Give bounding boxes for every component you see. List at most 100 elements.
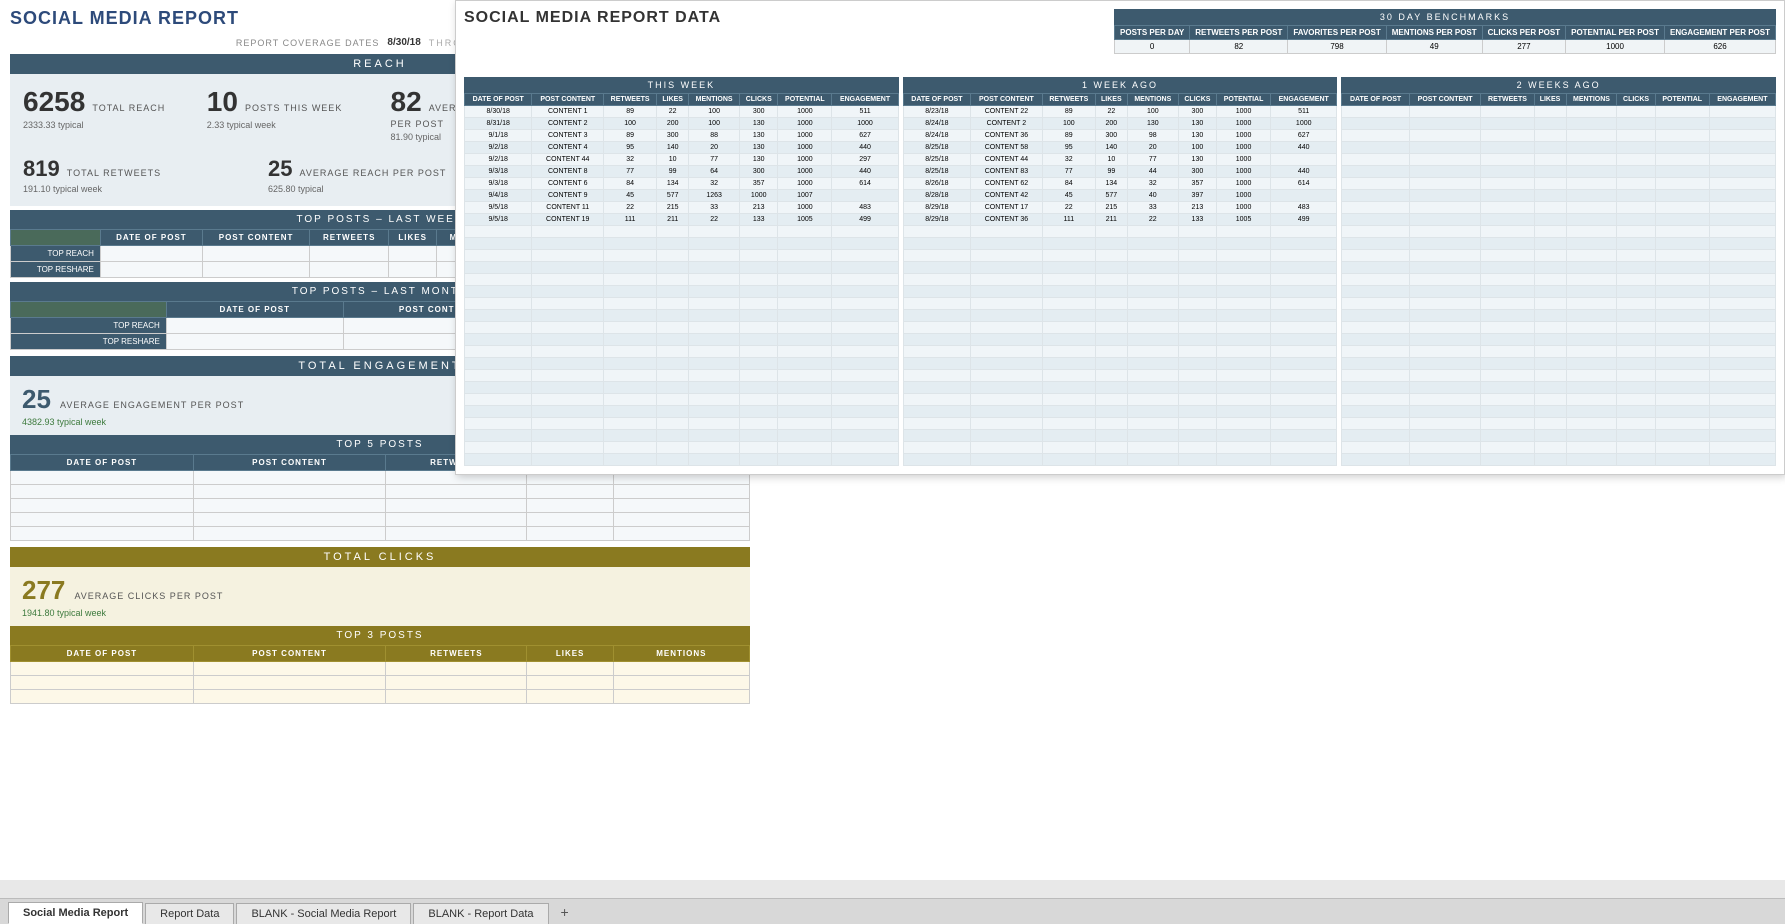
table-row — [903, 250, 1337, 262]
table-row: 8/30/18CONTENT 189221003001000511 — [465, 106, 899, 118]
engagement-label: AVERAGE ENGAGEMENT PER POST — [60, 400, 244, 410]
table-row: 8/25/18CONTENT 5895140201001000440 — [903, 142, 1337, 154]
top3-th-likes: LIKES — [527, 646, 613, 662]
table-row — [903, 430, 1337, 442]
table-row: 9/5/18CONTENT 1122215332131000483 — [465, 202, 899, 214]
table-row — [1342, 322, 1776, 334]
table-row — [1342, 262, 1776, 274]
table-row: 8/29/18CONTENT 36111211221331005499 — [903, 214, 1337, 226]
clicks-label: AVERAGE CLICKS PER POST — [74, 591, 223, 601]
table-row — [465, 442, 899, 454]
table-row — [1342, 202, 1776, 214]
top5-th-content: POST CONTENT — [193, 455, 385, 471]
dates-label: REPORT COVERAGE DATES — [236, 38, 380, 48]
table-row — [465, 262, 899, 274]
tab-bar: Social Media Report Report Data BLANK - … — [0, 898, 1785, 924]
this-week-table: DATE OF POSTPOST CONTENTRETWEETSLIKESMEN… — [464, 93, 899, 466]
table-row: 8/25/18CONTENT 443210771301000 — [903, 154, 1337, 166]
table-row: 9/3/18CONTENT 87799643001000440 — [465, 166, 899, 178]
bench-vals: 082798492771000626 — [1115, 40, 1776, 54]
table-row — [903, 286, 1337, 298]
table-row: 8/23/18CONTENT 2289221003001000511 — [903, 106, 1337, 118]
table-row — [465, 454, 899, 466]
top-reach-label-week: TOP REACH — [11, 246, 101, 262]
top3-header: TOP 3 POSTS — [10, 626, 750, 645]
top-reach-label-month: TOP REACH — [11, 318, 167, 334]
table-row — [903, 442, 1337, 454]
tab-social-media-report[interactable]: Social Media Report — [8, 902, 143, 924]
clicks-number: 277 — [22, 575, 65, 605]
top3-table: DATE OF POST POST CONTENT RETWEETS LIKES… — [10, 645, 750, 704]
total-reach-typical: 2333.33 typical — [23, 120, 186, 130]
right-panel: SOCIAL MEDIA REPORT DATA 30 DAY BENCHMAR… — [455, 0, 1785, 475]
clicks-body: 277 AVERAGE CLICKS PER POST 1941.80 typi… — [10, 567, 750, 626]
total-reach-number: 6258 — [23, 86, 85, 117]
tab-add-button[interactable]: + — [553, 900, 577, 924]
date-from: 8/30/18 — [387, 37, 420, 48]
tab-blank-social-media[interactable]: BLANK - Social Media Report — [236, 903, 411, 924]
two-weeks-ago-section: 2 WEEKS AGO DATE OF POSTPOST CONTENTRETW… — [1341, 77, 1776, 466]
table-row — [465, 322, 899, 334]
one-week-ago-section: 1 WEEK AGO DATE OF POSTPOST CONTENTRETWE… — [903, 77, 1338, 466]
table-row: 8/24/18CONTENT 3689300981301000627 — [903, 130, 1337, 142]
this-week-head: DATE OF POSTPOST CONTENTRETWEETSLIKESMEN… — [465, 94, 899, 106]
table-row — [903, 382, 1337, 394]
tab-report-data[interactable]: Report Data — [145, 903, 234, 924]
posts-typical: 2.33 typical week — [207, 120, 370, 130]
table-row — [465, 406, 899, 418]
table-row — [465, 274, 899, 286]
table-row — [903, 310, 1337, 322]
table-row — [1342, 106, 1776, 118]
data-tables-area: THIS WEEK DATE OF POSTPOST CONTENTRETWEE… — [464, 77, 1776, 466]
th-date-month: DATE OF POST — [166, 302, 343, 318]
table-row — [903, 394, 1337, 406]
benchmarks-header: 30 DAY BENCHMARKS — [1114, 9, 1776, 25]
table-row — [1342, 238, 1776, 250]
top5-row — [11, 513, 750, 527]
th-empty-m — [11, 302, 167, 318]
sheet-area: SOCIAL MEDIA REPORT REPORT COVERAGE DATE… — [0, 0, 1785, 880]
table-row — [1342, 394, 1776, 406]
reach-stat-posts: 10 POSTS THIS WEEK 2.33 typical week — [199, 84, 378, 144]
table-row — [465, 346, 899, 358]
table-row: 8/25/18CONTENT 837799443001000440 — [903, 166, 1337, 178]
table-row: 8/31/18CONTENT 210020010013010001000 — [465, 118, 899, 130]
table-row — [1342, 370, 1776, 382]
table-row — [465, 430, 899, 442]
table-row — [1342, 190, 1776, 202]
th-date-week: DATE OF POST — [100, 230, 202, 246]
app-container: SOCIAL MEDIA REPORT REPORT COVERAGE DATE… — [0, 0, 1785, 924]
table-row — [903, 298, 1337, 310]
top-reshare-label-month: TOP RESHARE — [11, 334, 167, 350]
two-week-head: DATE OF POSTPOST CONTENTRETWEETSLIKESMEN… — [1342, 94, 1776, 106]
table-row — [465, 358, 899, 370]
retweets-typical: 191.10 typical week — [23, 184, 247, 194]
table-row — [1342, 298, 1776, 310]
table-row — [903, 454, 1337, 466]
table-row — [903, 418, 1337, 430]
table-row — [1342, 250, 1776, 262]
table-row: 9/2/18CONTENT 495140201301000440 — [465, 142, 899, 154]
this-week-header: THIS WEEK — [464, 77, 899, 93]
tab-blank-report-data[interactable]: BLANK - Report Data — [413, 903, 548, 924]
table-row — [1342, 166, 1776, 178]
table-row — [465, 334, 899, 346]
avg-reach-label: AVERAGE REACH PER POST — [300, 168, 447, 178]
table-row — [465, 382, 899, 394]
table-row — [465, 418, 899, 430]
table-row — [1342, 442, 1776, 454]
two-weeks-ago-header: 2 WEEKS AGO — [1341, 77, 1776, 93]
posts-number: 10 — [207, 86, 238, 117]
retweets-label: TOTAL RETWEETS — [67, 168, 161, 178]
table-row: 8/24/18CONTENT 210020013013010001000 — [903, 118, 1337, 130]
table-row — [903, 334, 1337, 346]
one-week-body: 8/23/18CONTENT 22892210030010005118/24/1… — [903, 106, 1337, 466]
top3-th-date: DATE OF POST — [11, 646, 194, 662]
this-week-body: 8/30/18CONTENT 1892210030010005118/31/18… — [465, 106, 899, 466]
top5-row — [11, 485, 750, 499]
top-reshare-label-week: TOP RESHARE — [11, 262, 101, 278]
top3-row — [11, 690, 750, 704]
table-row — [1342, 142, 1776, 154]
table-row: 9/2/18CONTENT 443210771301000297 — [465, 154, 899, 166]
table-row — [1342, 406, 1776, 418]
